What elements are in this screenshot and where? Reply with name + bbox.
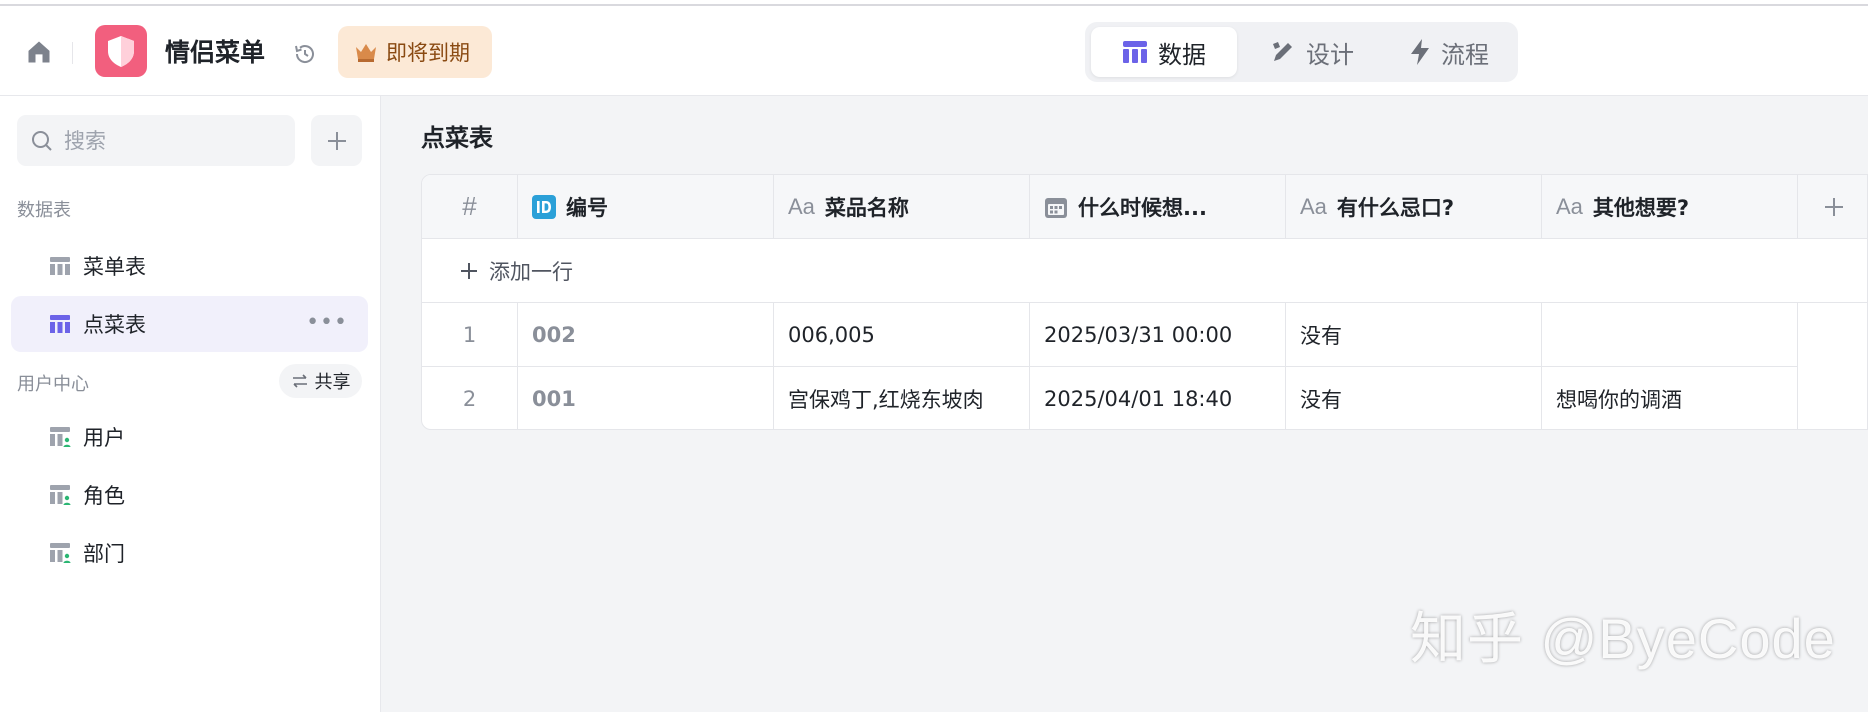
share-button[interactable]: 共享 bbox=[279, 364, 362, 398]
calendar-icon bbox=[1045, 197, 1067, 218]
plus-icon bbox=[461, 262, 477, 279]
column-header-avoid[interactable]: Aa 有什么忌口? bbox=[1286, 175, 1542, 239]
user-table-icon bbox=[50, 485, 71, 505]
table-cell-avoid[interactable]: 没有 bbox=[1286, 367, 1542, 429]
id-field-icon bbox=[532, 194, 556, 219]
sidebar-item-label: 用户 bbox=[83, 426, 125, 450]
more-options-icon[interactable]: ••• bbox=[306, 310, 348, 335]
tab-flow-label: 流程 bbox=[1441, 40, 1489, 69]
table-cell-dish[interactable]: 宫保鸡丁,红烧东坡肉 bbox=[774, 367, 1030, 429]
top-header: 情侣菜单 即将到期 数据 设计 流程 bbox=[0, 6, 1868, 96]
search-icon bbox=[32, 130, 52, 151]
row-index: 1 bbox=[422, 303, 518, 367]
row-index: 2 bbox=[422, 367, 518, 429]
text-field-icon: Aa bbox=[1556, 193, 1583, 219]
design-brush-icon bbox=[1273, 42, 1292, 61]
table-cell-when[interactable]: 2025/03/31 00:00 bbox=[1030, 303, 1286, 367]
table-cell-avoid[interactable]: 没有 bbox=[1286, 303, 1542, 367]
table-cell-id[interactable]: 001 bbox=[518, 367, 774, 429]
add-row-button[interactable]: 添加一行 bbox=[422, 239, 1867, 303]
home-button[interactable] bbox=[22, 35, 56, 69]
sidebar-item-label: 部门 bbox=[83, 542, 125, 566]
data-grid: # 编号 Aa 菜品名称 什么时候想... Aa 有什么忌口? Aa 其他想要?… bbox=[421, 174, 1868, 430]
sidebar-item-label: 点菜表 bbox=[83, 313, 146, 337]
page-title: 点菜表 bbox=[421, 124, 493, 152]
app-logo bbox=[95, 25, 147, 77]
table-icon bbox=[1123, 41, 1147, 63]
watermark: 知乎 @ByeCode bbox=[1410, 607, 1836, 670]
table-cell-other[interactable] bbox=[1542, 303, 1798, 367]
sidebar-item-order-table[interactable]: 点菜表 ••• bbox=[11, 296, 368, 352]
text-field-icon: Aa bbox=[1300, 193, 1327, 219]
table-icon bbox=[50, 257, 70, 275]
search-input[interactable] bbox=[64, 128, 284, 153]
column-header-dish[interactable]: Aa 菜品名称 bbox=[774, 175, 1030, 239]
view-switcher: 数据 设计 流程 bbox=[1085, 22, 1518, 82]
sidebar-item-label: 角色 bbox=[83, 484, 125, 508]
sidebar-item-departments[interactable]: 部门 bbox=[11, 525, 368, 581]
history-icon bbox=[295, 45, 314, 63]
text-field-icon: Aa bbox=[788, 193, 815, 219]
hash-icon: # bbox=[462, 191, 477, 221]
plus-icon bbox=[1824, 197, 1843, 216]
add-row-label: 添加一行 bbox=[489, 259, 573, 284]
table-cell-when[interactable]: 2025/04/01 18:40 bbox=[1030, 367, 1286, 429]
section-data-tables: 数据表 bbox=[17, 200, 71, 221]
shield-logo-icon bbox=[108, 36, 134, 67]
user-table-icon bbox=[50, 427, 71, 447]
expire-badge[interactable]: 即将到期 bbox=[338, 26, 492, 78]
sidebar-item-roles[interactable]: 角色 bbox=[11, 467, 368, 523]
table-cell-other[interactable]: 想喝你的调酒 bbox=[1542, 367, 1798, 429]
tab-flow[interactable]: 流程 bbox=[1385, 27, 1513, 77]
column-header-label: 编号 bbox=[566, 195, 608, 220]
expire-badge-label: 即将到期 bbox=[386, 41, 470, 65]
section-user-center: 用户中心 bbox=[17, 374, 89, 395]
tab-data[interactable]: 数据 bbox=[1091, 27, 1237, 77]
app-title: 情侣菜单 bbox=[165, 38, 266, 67]
lightning-icon bbox=[1411, 39, 1429, 65]
column-header-label: 其他想要? bbox=[1592, 195, 1690, 220]
sidebar-item-menu-table[interactable]: 菜单表 bbox=[11, 238, 368, 294]
add-table-button[interactable] bbox=[311, 115, 362, 166]
add-column-button[interactable] bbox=[1798, 175, 1867, 239]
share-label: 共享 bbox=[314, 372, 351, 393]
column-header-label: 有什么忌口? bbox=[1336, 195, 1455, 220]
column-header-other[interactable]: Aa 其他想要? bbox=[1542, 175, 1798, 239]
history-button[interactable] bbox=[291, 40, 319, 68]
column-header-index[interactable]: # bbox=[422, 175, 518, 239]
sidebar-item-label: 菜单表 bbox=[83, 255, 146, 279]
table-icon bbox=[50, 315, 70, 333]
user-table-icon bbox=[50, 543, 71, 563]
plus-icon bbox=[327, 131, 346, 150]
tab-design-label: 设计 bbox=[1306, 40, 1354, 69]
column-header-id[interactable]: 编号 bbox=[518, 175, 774, 239]
tab-design[interactable]: 设计 bbox=[1245, 27, 1379, 77]
sidebar: 数据表 菜单表 点菜表 ••• 用户中心 共享 bbox=[0, 96, 381, 712]
sidebar-item-users[interactable]: 用户 bbox=[11, 409, 368, 465]
header-divider bbox=[72, 42, 73, 64]
crown-icon bbox=[356, 44, 376, 62]
column-header-label: 什么时候想... bbox=[1078, 195, 1207, 220]
table-cell-dish[interactable]: 006,005 bbox=[774, 303, 1030, 367]
tab-data-label: 数据 bbox=[1158, 40, 1206, 69]
column-header-label: 菜品名称 bbox=[824, 195, 909, 220]
home-icon bbox=[28, 41, 50, 63]
swap-arrows-icon bbox=[292, 374, 307, 388]
column-header-when[interactable]: 什么时候想... bbox=[1030, 175, 1286, 239]
table-cell-id[interactable]: 002 bbox=[518, 303, 774, 367]
search-box[interactable] bbox=[17, 115, 295, 166]
